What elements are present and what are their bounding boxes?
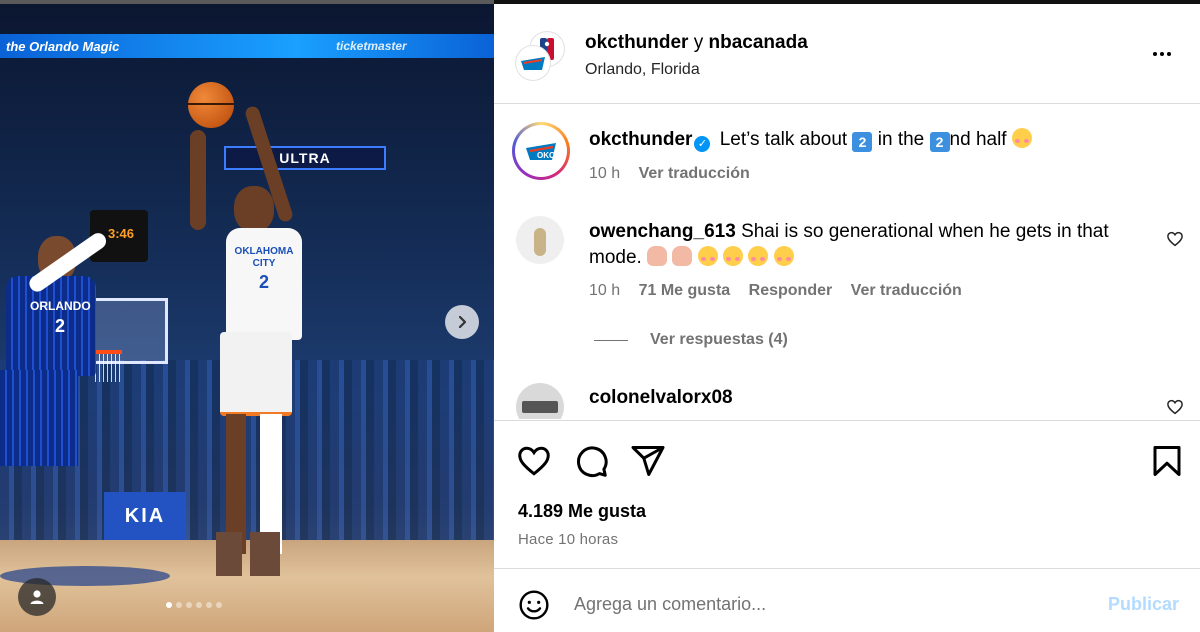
shooter-jersey-text: OKLAHOMA CITY 2 — [230, 246, 298, 294]
relieved-emoji-icon — [697, 246, 718, 266]
post-authors: okcthunder y nbacanada — [585, 32, 808, 54]
comment-icon[interactable] — [573, 443, 609, 479]
carousel-dot — [216, 602, 222, 608]
author-nbacanada[interactable]: nbacanada — [709, 32, 808, 53]
comment-translate-button[interactable]: Ver traducción — [851, 282, 962, 299]
caption-username[interactable]: okcthunder — [589, 129, 692, 150]
author-joiner: y — [693, 32, 704, 53]
praying-hands-emoji-icon — [647, 246, 668, 266]
carousel-dot — [186, 602, 192, 608]
send-icon[interactable] — [630, 443, 666, 479]
shooter-number: 2 — [258, 272, 269, 292]
comment-avatar[interactable] — [516, 216, 564, 264]
shooter-arm-left — [190, 130, 206, 230]
tagged-users-button[interactable] — [18, 578, 56, 616]
caption-translate-button[interactable]: Ver traducción — [639, 165, 750, 182]
collab-avatars[interactable] — [516, 32, 564, 80]
arena-ribbon-board: the Orlando Magic ticketmaster — [0, 34, 494, 58]
arena-ribbon-text-2: ticketmaster — [336, 39, 407, 53]
basketball — [188, 82, 234, 128]
defender-number: 2 — [54, 316, 65, 336]
post-panel: okcthunder y nbacanada Orlando, Florida … — [494, 0, 1200, 632]
caption-text-1: Let’s talk about — [719, 129, 848, 150]
bookmark-icon[interactable] — [1149, 443, 1185, 479]
pleading-emoji-icon — [748, 246, 769, 266]
caption-meta: 10 h Ver traducción — [589, 165, 764, 183]
comment-likes[interactable]: 71 Me gusta — [639, 282, 731, 299]
svg-text:OKC: OKC — [537, 151, 555, 160]
comment-like-heart-icon[interactable] — [1166, 398, 1184, 416]
post-time: Hace 10 horas — [518, 531, 619, 548]
comments-section[interactable]: OKC okcthunder ✓ Let’s talk about 2 in th… — [494, 105, 1200, 419]
sponsor-sign: KIA — [104, 492, 186, 540]
carousel-dot — [176, 602, 182, 608]
comment-composer: Publicar — [494, 568, 1200, 632]
keycap-emoji: 2 — [852, 132, 873, 152]
pleading-emoji-icon — [773, 246, 794, 266]
like-count[interactable]: 4.189 Me gusta — [518, 501, 646, 522]
comment-meta: 10 h 71 Me gusta Responder Ver traducció… — [589, 282, 976, 300]
caption: okcthunder ✓ Let’s talk about 2 in the 2n… — [589, 127, 1169, 153]
carousel-dot — [206, 602, 212, 608]
shooter-shorts — [220, 332, 292, 416]
shooter-team: OKLAHOMA CITY — [234, 246, 294, 269]
caption-text-2: in the — [877, 129, 925, 150]
caption-time: 10 h — [589, 165, 621, 182]
comment-username[interactable]: owenchang_613 — [589, 221, 736, 242]
heart-icon[interactable] — [516, 443, 552, 479]
caption-text-3: nd half — [949, 129, 1007, 150]
okc-logo-icon: OKC — [526, 143, 556, 160]
relieved-emoji-icon — [722, 246, 743, 266]
defender-jersey-text: ORLANDO 2 — [30, 296, 91, 336]
arena-sign-ultra: ULTRA — [224, 146, 386, 170]
post-comment-button[interactable]: Publicar — [1108, 594, 1179, 615]
comment-like-heart-icon[interactable] — [1166, 230, 1184, 248]
carousel-dots — [166, 602, 222, 608]
basket-rim — [92, 350, 122, 382]
emoji-icon[interactable] — [518, 589, 550, 621]
next-slide-button[interactable] — [445, 305, 479, 339]
arena-ribbon-text: the Orlando Magic — [6, 38, 120, 54]
comment-time: 10 h — [589, 282, 621, 299]
post-header: okcthunder y nbacanada Orlando, Florida — [494, 4, 1200, 104]
shooter-head — [234, 186, 274, 232]
chevron-right-icon — [458, 315, 467, 329]
verified-badge-icon: ✓ — [694, 136, 711, 152]
praying-hands-emoji-icon — [672, 246, 693, 266]
comment-avatar[interactable] — [516, 383, 564, 419]
caption-avatar[interactable]: OKC — [512, 122, 570, 180]
comment-username[interactable]: colonelvalorx08 — [589, 387, 733, 409]
okc-avatar[interactable] — [516, 46, 550, 80]
view-replies-button[interactable]: Ver respuestas (4) — [594, 331, 788, 349]
defender-shorts — [0, 370, 78, 466]
user-tag-icon — [30, 590, 44, 604]
defender-team: ORLANDO — [30, 299, 91, 313]
reply-button[interactable]: Responder — [749, 282, 833, 299]
post-media[interactable]: the Orlando Magic ticketmaster ULTRA 3:4… — [0, 0, 494, 632]
keycap-emoji: 2 — [929, 132, 950, 152]
carousel-dot — [166, 602, 172, 608]
action-bar: 4.189 Me gusta Hace 10 horas — [494, 420, 1200, 568]
media-top-strip — [0, 0, 494, 4]
comment-input[interactable] — [574, 587, 1074, 621]
author-okcthunder[interactable]: okcthunder — [585, 32, 688, 53]
more-options-button[interactable] — [1144, 42, 1180, 66]
shooter-shoes — [216, 532, 280, 576]
carousel-dot — [196, 602, 202, 608]
comment: owenchang_613 Shai is so generational wh… — [589, 219, 1149, 271]
okc-logo-icon — [521, 57, 545, 70]
more-horizontal-icon — [1153, 52, 1171, 56]
post-location[interactable]: Orlando, Florida — [585, 61, 700, 79]
relieved-emoji-icon — [1011, 128, 1032, 148]
